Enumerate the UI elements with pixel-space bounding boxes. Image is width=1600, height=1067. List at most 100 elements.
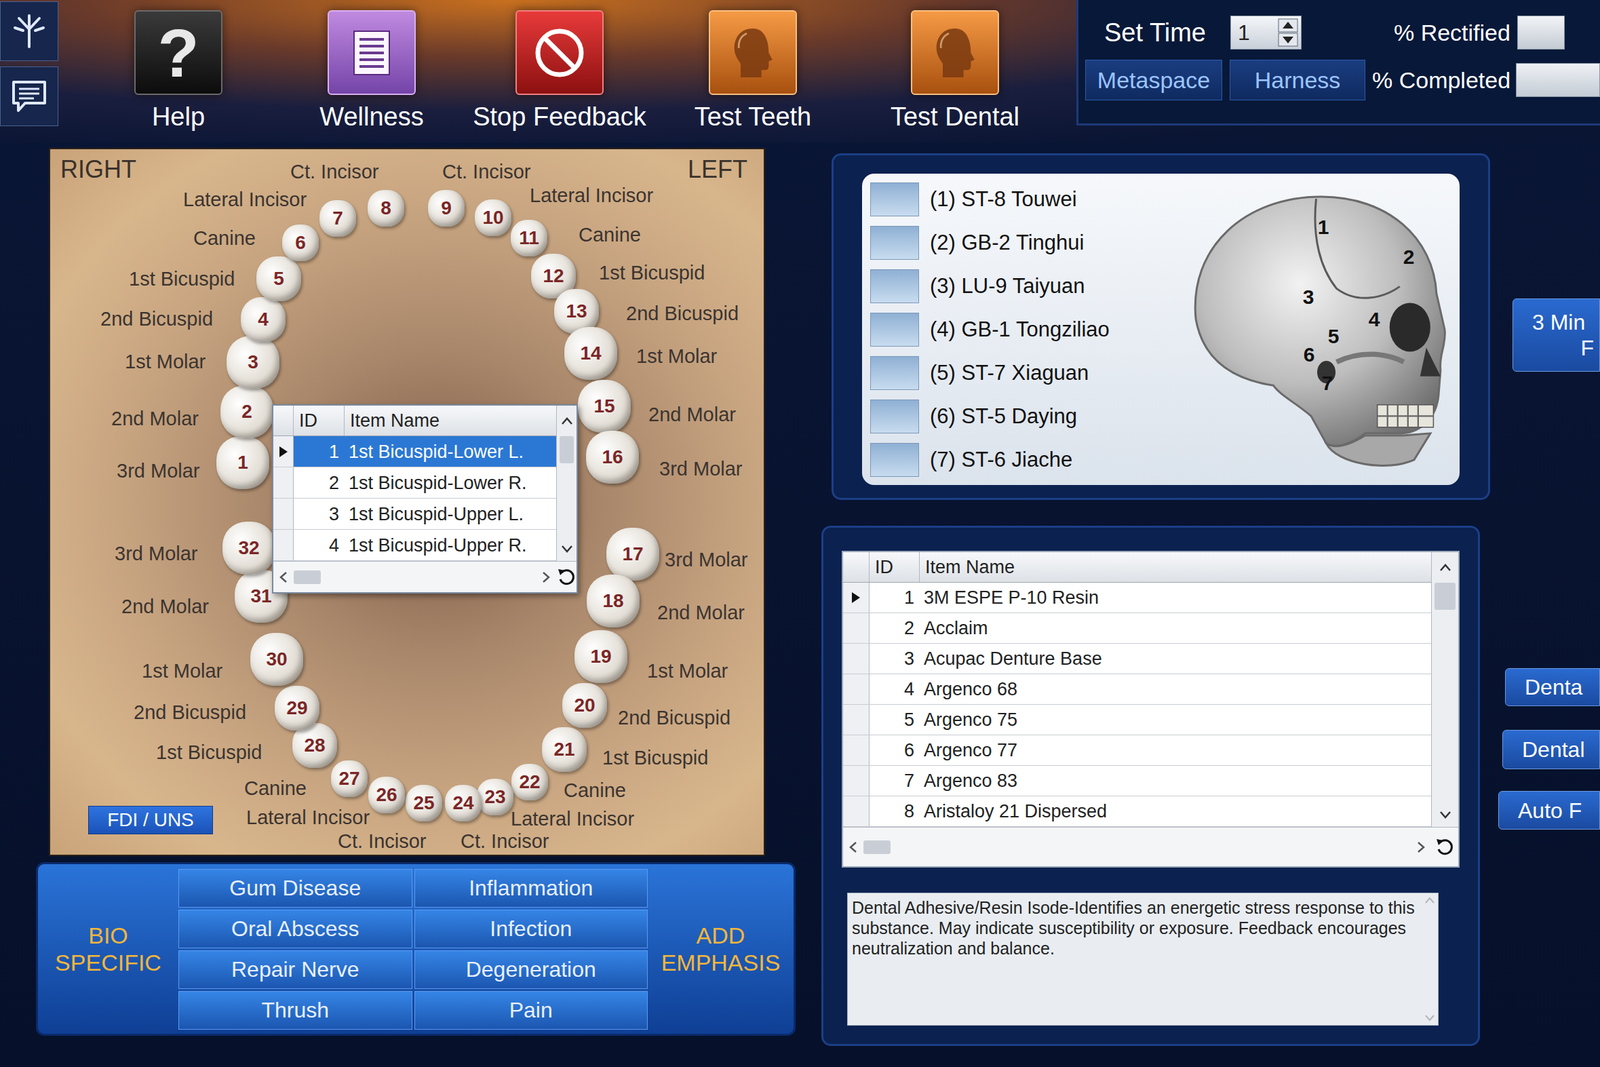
session-tab-button[interactable]: Harness [1229, 59, 1366, 101]
toolbar-button[interactable]: Test Teeth [671, 0, 835, 143]
scroll-thumb[interactable] [863, 840, 891, 854]
row-indicator[interactable] [843, 765, 870, 796]
acupoint-checkbox[interactable] [870, 399, 920, 434]
tooth[interactable]: 17 [606, 527, 660, 581]
table-row[interactable]: 2Acclaim [843, 613, 1432, 644]
horizontal-scrollbar[interactable] [843, 826, 1459, 867]
toolbar-button[interactable]: Stop Feedback [457, 0, 662, 143]
scroll-left-icon[interactable] [843, 841, 864, 854]
tooth[interactable]: 3 [226, 335, 280, 389]
tooth[interactable]: 18 [586, 574, 640, 628]
scroll-up-icon[interactable] [1424, 895, 1436, 905]
column-header[interactable]: Item Name [344, 405, 557, 436]
scroll-thumb[interactable] [1434, 582, 1456, 610]
spinner-arrows-icon[interactable] [1277, 18, 1299, 47]
toolbar-icon-box[interactable] [515, 10, 604, 95]
add-emphasis-button[interactable]: ADD EMPHASIS [656, 921, 786, 977]
tooth[interactable]: 8 [367, 189, 405, 227]
acupoint-checkbox[interactable] [870, 312, 920, 347]
scroll-right-icon[interactable] [1410, 841, 1432, 854]
tooth[interactable]: 26 [368, 776, 405, 814]
tooth[interactable]: 25 [405, 784, 443, 822]
acupoint-checkbox[interactable] [870, 442, 920, 477]
acupoint-checkbox[interactable] [870, 225, 920, 260]
table-row[interactable]: 5Argenco 75 [843, 704, 1432, 736]
scroll-down-icon[interactable] [1431, 802, 1459, 827]
row-indicator[interactable] [843, 704, 870, 735]
row-indicator[interactable] [843, 643, 870, 674]
head-icon[interactable] [722, 22, 784, 84]
tooth[interactable]: 14 [564, 326, 618, 380]
tooth[interactable]: 5 [256, 256, 302, 302]
tooth[interactable]: 15 [577, 379, 631, 433]
tooth[interactable]: 29 [274, 685, 320, 731]
toolbar-button[interactable]: ?Help [117, 0, 240, 143]
refresh-icon[interactable] [1431, 836, 1459, 858]
session-tab-button[interactable]: Metaspace [1085, 59, 1223, 101]
head-icon[interactable] [924, 22, 986, 84]
row-indicator[interactable] [843, 674, 870, 705]
bio-button[interactable]: Gum Disease [178, 868, 413, 908]
scroll-up-icon[interactable] [556, 405, 577, 437]
tooth[interactable]: 1 [216, 436, 270, 490]
acupoint-checkbox[interactable] [870, 356, 920, 390]
tooth[interactable]: 7 [319, 200, 357, 237]
table-row[interactable]: 4Argenco 68 [843, 674, 1432, 705]
toolbar-icon-box[interactable] [708, 10, 797, 95]
side-button[interactable]: Dental [1502, 729, 1600, 770]
toolbar-button[interactable]: Wellness [293, 0, 450, 143]
vertical-scrollbar[interactable] [556, 405, 577, 561]
vertical-scrollbar[interactable] [1431, 552, 1459, 827]
chat-icon[interactable] [0, 66, 59, 127]
acupoint-item[interactable]: (5) ST-7 Xiaguan [870, 351, 1181, 395]
scroll-up-icon[interactable] [1431, 552, 1459, 583]
row-indicator[interactable] [273, 436, 294, 467]
tooth[interactable]: 6 [282, 224, 319, 262]
toolbar-button[interactable]: Test Dental [866, 0, 1044, 143]
wellness-icon[interactable] [344, 25, 399, 81]
scroll-left-icon[interactable] [273, 571, 294, 584]
toolbar-icon-box[interactable]: ? [134, 10, 223, 95]
acupoint-item[interactable]: (3) LU-9 Taiyuan [870, 264, 1181, 308]
tooth[interactable]: 30 [250, 632, 304, 686]
bio-button[interactable]: Thrush [178, 990, 413, 1030]
bio-button[interactable]: Infection [414, 909, 649, 949]
acupoint-item[interactable]: (2) GB-2 Tinghui [870, 221, 1181, 265]
row-indicator[interactable] [843, 582, 870, 613]
table-row[interactable]: 21st Bicuspid-Lower R. [273, 467, 557, 499]
tooth[interactable]: 4 [240, 297, 286, 342]
bio-button[interactable]: Oral Abscess [178, 909, 413, 949]
table-row[interactable]: 7Argenco 83 [843, 765, 1432, 797]
tooth[interactable]: 27 [330, 760, 368, 797]
fdi-uns-button[interactable]: FDI / UNS [88, 805, 213, 835]
row-indicator[interactable] [273, 467, 294, 498]
tooth[interactable]: 19 [574, 630, 628, 684]
refresh-icon[interactable] [556, 567, 577, 588]
row-indicator[interactable] [273, 498, 294, 530]
acupoint-item[interactable]: (1) ST-8 Touwei [870, 177, 1181, 222]
bio-button[interactable]: Repair Nerve [178, 950, 413, 989]
tooth[interactable]: 24 [444, 784, 482, 822]
tooth[interactable]: 10 [474, 199, 512, 237]
bio-button[interactable]: Degeneration [414, 950, 649, 989]
stop-icon[interactable] [530, 23, 589, 83]
table-row[interactable]: 31st Bicuspid-Upper L. [273, 498, 557, 530]
scroll-down-icon[interactable] [556, 536, 577, 561]
acupoint-checkbox[interactable] [870, 269, 920, 304]
table-row[interactable]: 41st Bicuspid-Upper R. [273, 529, 557, 561]
acupoint-item[interactable]: (4) GB-1 Tongziliao [870, 307, 1181, 352]
toolbar-icon-box[interactable] [910, 10, 1000, 95]
scroll-right-icon[interactable] [535, 571, 557, 584]
tooth[interactable]: 16 [586, 430, 639, 484]
bio-button[interactable]: Inflammation [414, 868, 649, 908]
acupoint-item[interactable]: (6) ST-5 Daying [870, 394, 1181, 439]
table-row[interactable]: 8Aristaloy 21 Dispersed [843, 796, 1432, 827]
side-button[interactable]: 3 MinF [1512, 298, 1600, 372]
column-header[interactable]: Item Name [919, 552, 1432, 582]
toolbar-icon-box[interactable] [327, 10, 416, 95]
tooth[interactable]: 21 [541, 727, 587, 772]
scroll-down-icon[interactable] [1424, 1013, 1436, 1023]
row-indicator[interactable] [843, 735, 870, 766]
row-indicator[interactable] [843, 796, 870, 827]
row-indicator[interactable] [273, 529, 294, 561]
